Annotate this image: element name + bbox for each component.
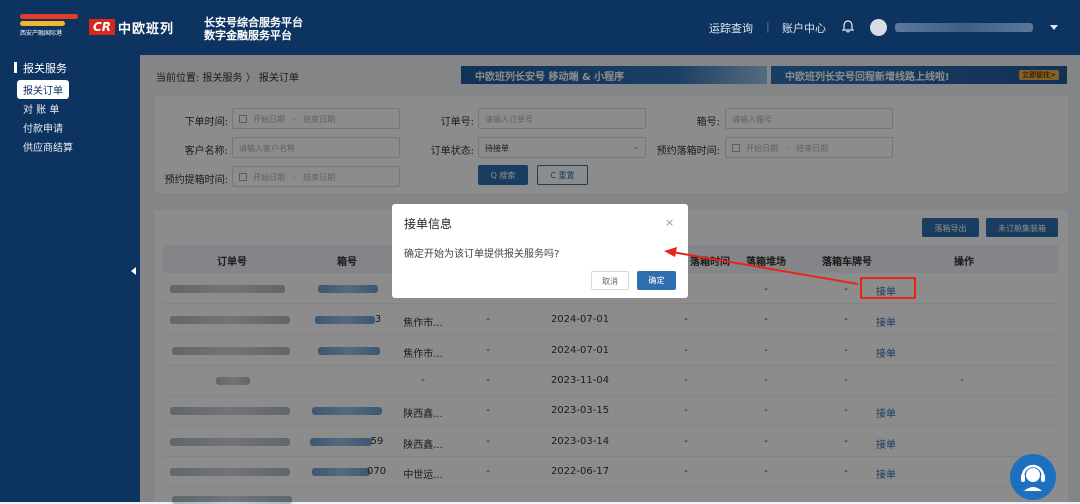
sidebar-item-payment[interactable]: 付款申请 xyxy=(17,118,69,137)
logo-cr: CR 中欧班列 xyxy=(89,16,197,38)
logo-band-red xyxy=(20,14,78,19)
section-marker xyxy=(14,62,17,73)
avatar[interactable] xyxy=(870,19,887,36)
headset-icon xyxy=(1021,464,1045,491)
logo-xian: 西安产融国际港 xyxy=(20,14,78,38)
annotation-arrow xyxy=(664,247,859,285)
sidebar-collapse-handle[interactable] xyxy=(128,240,140,304)
top-header: 西安产融国际港 CR 中欧班列 长安号综合服务平台 数字金融服务平台 运踪查询 … xyxy=(0,0,1080,55)
cancel-button[interactable]: 取消 xyxy=(591,271,629,290)
platform-title: 长安号综合服务平台 数字金融服务平台 xyxy=(204,16,303,42)
nav-divider: | xyxy=(766,20,770,33)
chevron-left-icon xyxy=(131,267,136,275)
modal-message: 确定开始为该订单提供报关服务吗? xyxy=(404,249,560,260)
user-name-blurred[interactable] xyxy=(895,23,1033,32)
customer-service-button[interactable] xyxy=(1010,454,1056,500)
platform-line2: 数字金融服务平台 xyxy=(204,29,292,42)
sidebar: 报关服务 报关订单 对 账 单 付款申请 供应商结算 xyxy=(0,55,140,502)
nav-account[interactable]: 账户中心 xyxy=(782,20,826,36)
modal-title: 接单信息 xyxy=(404,217,453,231)
platform-line1: 长安号综合服务平台 xyxy=(204,16,303,29)
chevron-down-icon[interactable] xyxy=(1050,25,1058,30)
logo-text: 西安产融国际港 xyxy=(20,30,63,37)
logo-band-yellow xyxy=(20,21,65,26)
bell-icon[interactable] xyxy=(842,20,854,33)
close-icon[interactable]: × xyxy=(665,216,674,229)
cr-name: 中欧班列 xyxy=(118,21,175,37)
sidebar-section-label: 报关服务 xyxy=(23,62,67,75)
nav-tracking[interactable]: 运踪查询 xyxy=(709,20,753,36)
sidebar-item-supplier[interactable]: 供应商结算 xyxy=(17,137,79,156)
sidebar-item-statement[interactable]: 对 账 单 xyxy=(17,99,65,118)
cr-mark: CR xyxy=(89,19,116,35)
sidebar-section[interactable]: 报关服务 xyxy=(14,60,67,76)
annotation-highlight-box xyxy=(860,277,916,299)
sidebar-item-orders[interactable]: 报关订单 xyxy=(17,80,69,99)
